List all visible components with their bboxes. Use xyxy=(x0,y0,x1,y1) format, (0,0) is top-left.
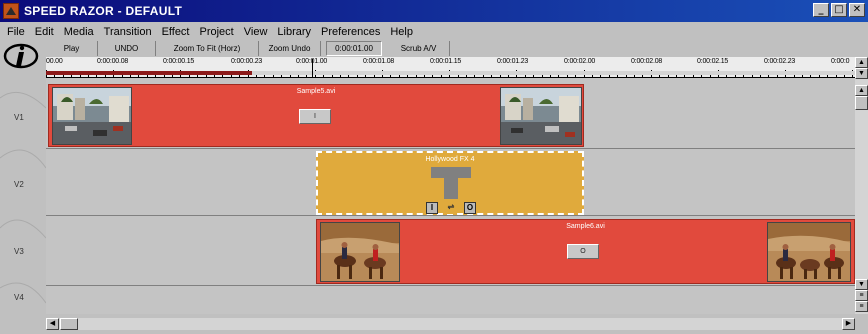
minimize-button[interactable]: _ xyxy=(813,3,829,17)
zoom-to-fit-button[interactable]: Zoom To Fit (Horz) xyxy=(156,41,259,56)
clip-thumbnail-start xyxy=(320,222,400,282)
scroll-down-arrow-icon[interactable]: ▼ xyxy=(855,68,868,79)
title-bar: SPEED RAZOR - DEFAULT _ □ ✕ xyxy=(0,0,868,22)
track-scroll-up-arrow-icon[interactable]: ▲ xyxy=(855,85,868,96)
transition-out-button[interactable]: O xyxy=(464,202,476,214)
menu-effect[interactable]: Effect xyxy=(157,26,195,38)
track-labels-panel: V1 V2 V3 V4 xyxy=(0,78,46,314)
menu-preferences[interactable]: Preferences xyxy=(316,26,385,38)
play-button[interactable]: Play xyxy=(46,41,98,56)
scroll-up-arrow-icon[interactable]: ▲ xyxy=(855,57,868,68)
horizontal-scrollbar[interactable]: ◀ ▶ xyxy=(46,318,855,330)
timecode-display[interactable]: 0:00:01.00 xyxy=(326,41,382,56)
toolbar: Play UNDO Zoom To Fit (Horz) Zoom Undo 0… xyxy=(0,41,868,57)
ruler-label: 0:00:02.08 xyxy=(631,58,663,65)
menu-view[interactable]: View xyxy=(239,26,273,38)
horizontal-scroll-thumb[interactable] xyxy=(60,318,78,330)
ruler-label: 0:00:01.08 xyxy=(363,58,395,65)
zoom-out-icon[interactable]: ≡ xyxy=(855,301,868,312)
clip-sample6[interactable]: Sample6.avi O xyxy=(316,219,855,284)
zoom-undo-label: Zoom Undo xyxy=(268,44,311,53)
timeline-ruler[interactable]: 00.00 0:00:00.08 0:00:00.15 0:00:00.23 0… xyxy=(46,57,855,78)
transition-swap-icon[interactable]: ⇌ xyxy=(445,202,457,214)
menu-transition[interactable]: Transition xyxy=(99,26,157,38)
ruler-label: 0:00:00.08 xyxy=(97,58,129,65)
zoom-in-icon[interactable]: ≡ xyxy=(855,290,868,301)
transition-t-icon xyxy=(431,167,471,199)
ruler-label: 0:00:01.23 xyxy=(497,58,529,65)
play-label: Play xyxy=(63,44,80,53)
menu-project[interactable]: Project xyxy=(195,26,239,38)
track-scroll-down-arrow-icon[interactable]: ▼ xyxy=(855,279,868,290)
menu-file[interactable]: File xyxy=(2,26,30,38)
scroll-right-arrow-icon[interactable]: ▶ xyxy=(842,318,855,330)
ruler-label: 00.00 xyxy=(46,58,63,65)
render-progress-bar xyxy=(46,71,252,75)
clip-thumbnail-start xyxy=(52,87,132,145)
close-button[interactable]: ✕ xyxy=(849,3,865,17)
ruler-label: 0:00:0 xyxy=(831,58,850,65)
zoom-undo-button[interactable]: Zoom Undo xyxy=(259,41,321,56)
horse-riders-image xyxy=(768,223,850,281)
street-scene-image xyxy=(53,88,131,144)
ruler-label: 0:00:00.15 xyxy=(163,58,195,65)
clip-thumbnail-end xyxy=(500,87,582,145)
transition-in-button[interactable]: I xyxy=(426,202,438,214)
ruler-label: 0:00:02.00 xyxy=(564,58,596,65)
transition-name: Hollywood FX 4 xyxy=(425,156,475,163)
app-icon[interactable] xyxy=(3,3,19,19)
menu-bar: File Edit Media Transition Effect Projec… xyxy=(0,22,868,41)
clip-in-marker[interactable]: I xyxy=(299,109,331,124)
clip-sample5[interactable]: Sample5.avi I xyxy=(48,84,584,147)
render-progress-track xyxy=(252,71,855,75)
track-label-v3: V3 xyxy=(14,247,24,256)
clip-out-marker[interactable]: O xyxy=(567,244,599,259)
ruler-label: 0:00:01.15 xyxy=(430,58,462,65)
track-label-v1: V1 xyxy=(14,113,24,122)
track-v4[interactable] xyxy=(46,286,855,314)
vertical-scrollbar[interactable]: ▲ ▼ ▲ ▼ ≡ ≡ xyxy=(855,57,868,314)
undo-label: UNDO xyxy=(114,44,139,53)
vertical-scroll-thumb[interactable] xyxy=(855,96,868,110)
ruler-label: 0:00:00.23 xyxy=(231,58,263,65)
zoom-to-fit-label: Zoom To Fit (Horz) xyxy=(173,44,241,53)
scrub-av-label: Scrub A/V xyxy=(400,44,437,53)
playhead[interactable] xyxy=(312,59,313,77)
menu-library[interactable]: Library xyxy=(272,26,316,38)
scroll-left-arrow-icon[interactable]: ◀ xyxy=(46,318,59,330)
horse-riders-image xyxy=(321,223,399,281)
timeline-tracks[interactable]: Sample5.avi I Hollywood FX 4 I ⇌ O Sampl… xyxy=(46,78,855,314)
menu-help[interactable]: Help xyxy=(385,26,418,38)
ruler-label: 0:00:02.15 xyxy=(697,58,729,65)
app-logo-icon xyxy=(3,43,39,69)
clip-thumbnail-end xyxy=(767,222,851,282)
track-label-v4: V4 xyxy=(14,293,24,302)
maximize-button[interactable]: □ xyxy=(831,3,847,17)
scrub-av-button[interactable]: Scrub A/V xyxy=(388,41,450,56)
menu-media[interactable]: Media xyxy=(59,26,99,38)
ruler-label: 0:00:02.23 xyxy=(764,58,796,65)
window-title: SPEED RAZOR - DEFAULT xyxy=(24,4,183,18)
track-label-v2: V2 xyxy=(14,180,24,189)
street-scene-image xyxy=(501,88,581,144)
transition-hollywood-fx[interactable]: Hollywood FX 4 I ⇌ O xyxy=(316,151,584,215)
undo-button[interactable]: UNDO xyxy=(98,41,156,56)
menu-edit[interactable]: Edit xyxy=(30,26,59,38)
